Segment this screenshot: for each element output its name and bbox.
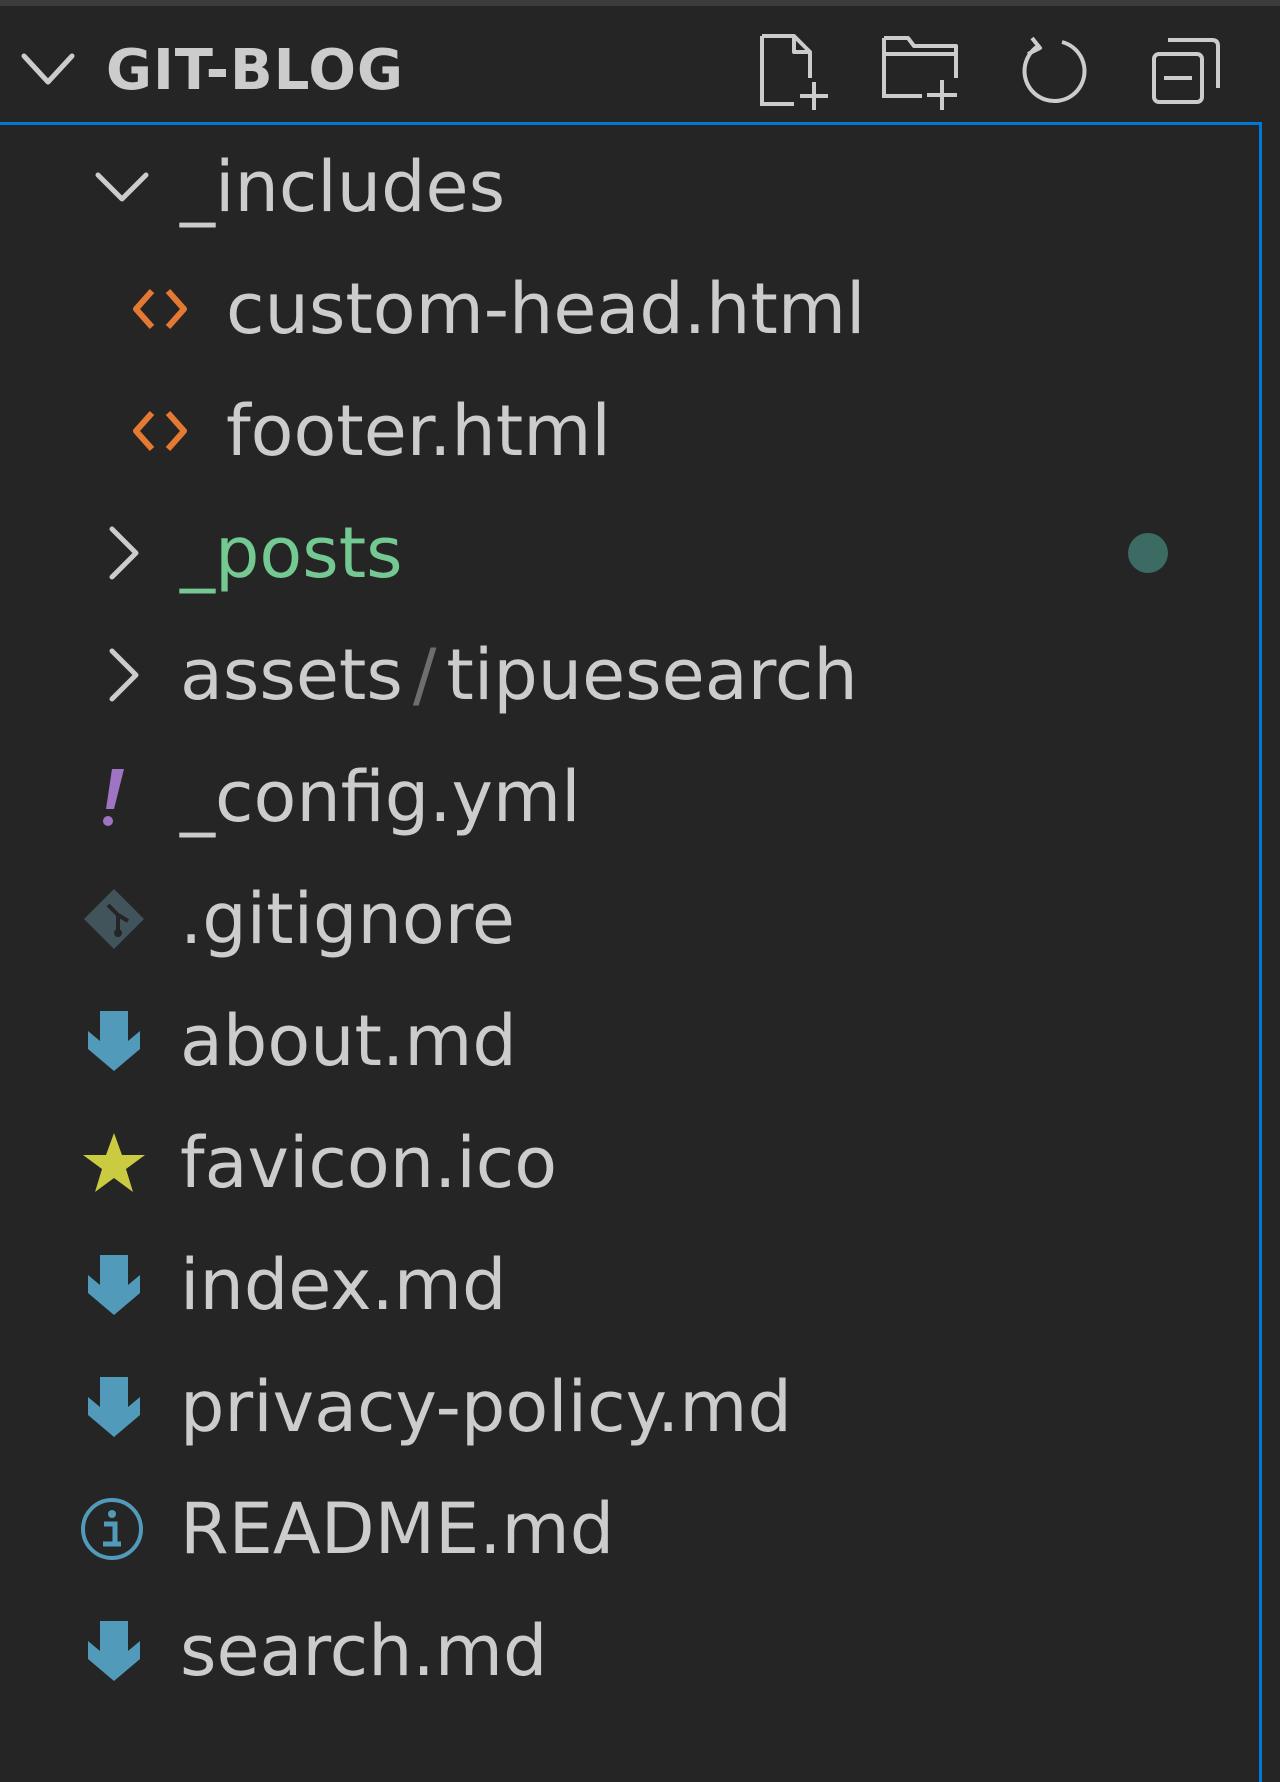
tree-item-label: _config.yml xyxy=(180,756,581,838)
git-file-icon xyxy=(84,889,144,949)
collapse-all-button[interactable] xyxy=(1144,30,1228,114)
folder-segment-tipuesearch[interactable]: tipuesearch xyxy=(446,634,857,716)
collapse-all-icon xyxy=(1152,38,1220,104)
tree-item-label: custom-head.html xyxy=(226,268,866,350)
tree-item-custom-head-html[interactable]: custom-head.html xyxy=(0,247,1259,369)
tree-item-includes[interactable]: _includes xyxy=(0,125,1259,247)
new-file-icon xyxy=(760,34,828,110)
tree-item-favicon-ico[interactable]: favicon.ico xyxy=(0,1101,1259,1223)
chevron-down-icon xyxy=(95,172,149,202)
new-folder-button[interactable] xyxy=(880,30,964,114)
tree-item-about-md[interactable]: about.md xyxy=(0,979,1259,1101)
tree-item-footer-html[interactable]: footer.html xyxy=(0,369,1259,491)
tree-item-label: about.md xyxy=(180,1000,517,1082)
markdown-file-icon xyxy=(88,1621,140,1681)
chevron-right-icon xyxy=(109,648,139,702)
tree-item-search-md[interactable]: search.md xyxy=(0,1589,1259,1711)
tree-item-label: favicon.ico xyxy=(180,1122,558,1204)
chevron-down-icon[interactable] xyxy=(20,50,76,90)
new-file-button[interactable] xyxy=(752,30,836,114)
html-file-icon xyxy=(133,289,187,329)
markdown-file-icon xyxy=(88,1011,140,1071)
info-icon xyxy=(81,1498,143,1560)
tree-item-posts[interactable]: _posts xyxy=(0,491,1259,613)
html-file-icon xyxy=(133,411,187,451)
markdown-file-icon xyxy=(88,1255,140,1315)
tree-item-label: assets / tipuesearch xyxy=(180,633,858,717)
tree-item-label: footer.html xyxy=(226,390,611,472)
git-status-dot xyxy=(1128,533,1168,573)
path-separator: / xyxy=(412,634,437,716)
markdown-file-icon xyxy=(88,1377,140,1437)
explorer-title: GIT-BLOG xyxy=(106,38,404,103)
chevron-right-icon xyxy=(109,526,139,580)
folder-segment-assets[interactable]: assets xyxy=(180,634,403,716)
tree-item-label: search.md xyxy=(180,1610,548,1692)
star-icon xyxy=(83,1133,145,1192)
new-folder-icon xyxy=(882,36,958,110)
explorer-header[interactable]: GIT-BLOG xyxy=(0,6,1264,122)
tree-item-gitignore[interactable]: .gitignore xyxy=(0,857,1259,979)
tree-item-label: README.md xyxy=(180,1488,615,1570)
yaml-file-icon xyxy=(103,769,124,826)
tree-item-config-yml[interactable]: _config.yml xyxy=(0,735,1259,857)
tree-item-label: privacy-policy.md xyxy=(180,1366,792,1448)
tree-item-index-md[interactable]: index.md xyxy=(0,1223,1259,1345)
tree-item-privacy-policy-md[interactable]: privacy-policy.md xyxy=(0,1345,1259,1467)
tree-item-label: index.md xyxy=(180,1244,507,1326)
tree-item-label: _posts xyxy=(180,512,403,594)
file-tree: _includes custom-head.html footer.html _… xyxy=(0,122,1262,1782)
refresh-button[interactable] xyxy=(1012,30,1096,114)
tree-item-label: .gitignore xyxy=(180,878,515,960)
tree-item-readme-md[interactable]: README.md xyxy=(0,1467,1259,1589)
tree-item-label: _includes xyxy=(180,146,506,228)
tree-item-assets-tipuesearch[interactable]: assets / tipuesearch xyxy=(0,613,1259,735)
refresh-icon xyxy=(1022,36,1087,104)
